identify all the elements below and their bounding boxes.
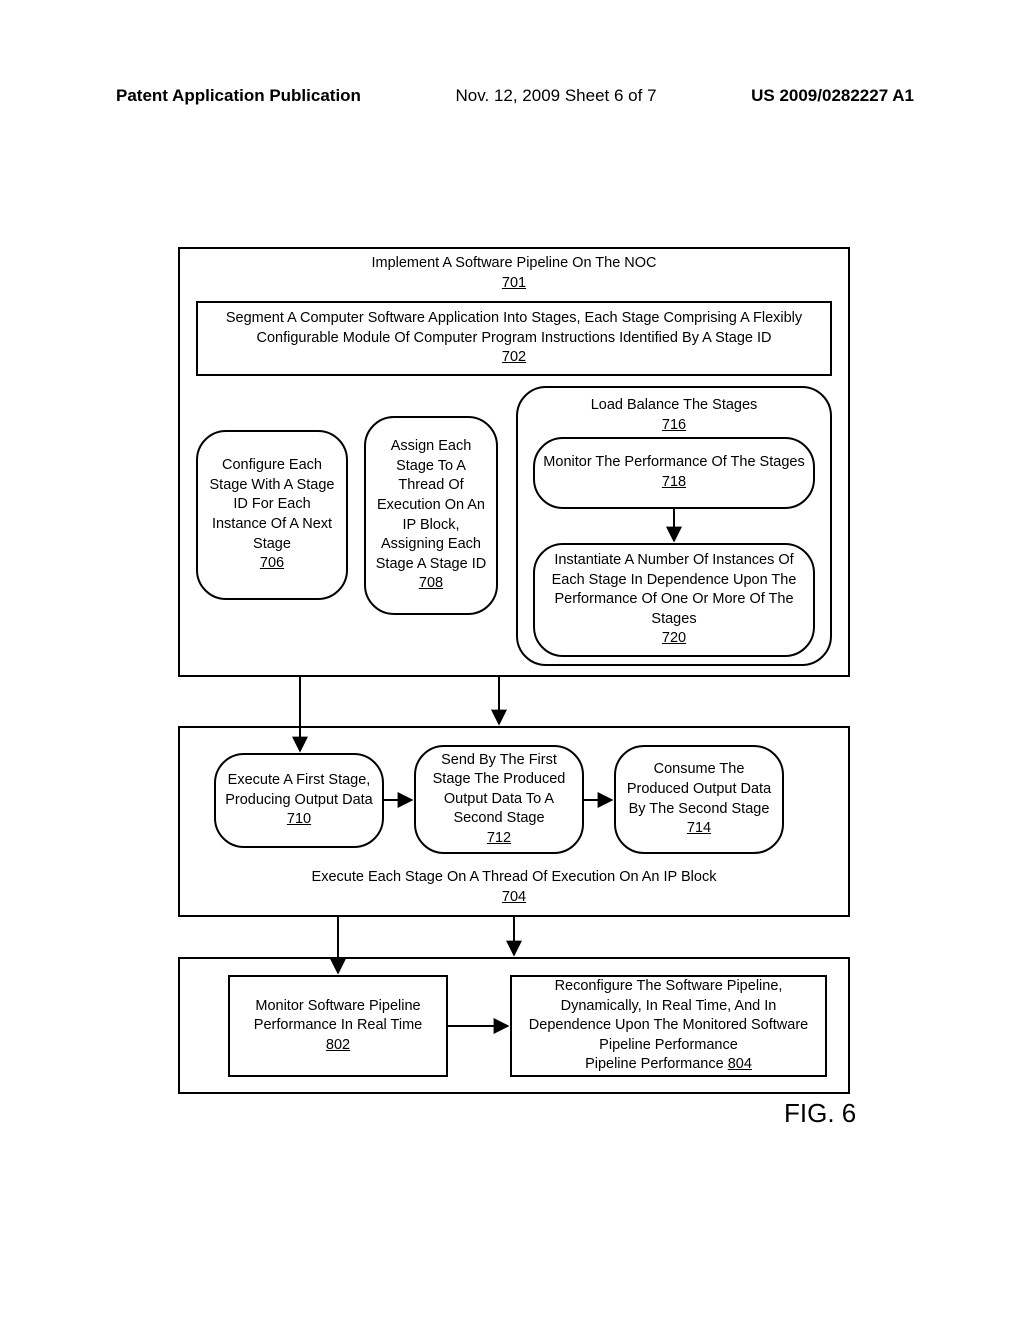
box-701-ref: 701 bbox=[502, 275, 526, 291]
box-802-ref: 802 bbox=[326, 1036, 350, 1056]
box-704-text: Execute Each Stage On A Thread Of Execut… bbox=[312, 869, 717, 885]
box-804: Reconfigure The Software Pipeline, Dynam… bbox=[510, 975, 827, 1077]
box-702-ref: 702 bbox=[502, 348, 526, 368]
box-706-ref: 706 bbox=[260, 554, 284, 574]
box-710-text: Execute A First Stage, Producing Output … bbox=[224, 771, 374, 810]
box-712: Send By The First Stage The Produced Out… bbox=[414, 745, 584, 854]
box-704-label: Execute Each Stage On A Thread Of Execut… bbox=[178, 868, 850, 907]
box-718: Monitor The Performance Of The Stages 71… bbox=[533, 437, 815, 509]
box-710-ref: 710 bbox=[287, 810, 311, 830]
box-708-ref: 708 bbox=[419, 574, 443, 594]
box-720-text: Instantiate A Number Of Instances Of Eac… bbox=[543, 551, 805, 629]
box-714-ref: 714 bbox=[687, 819, 711, 839]
box-802-text: Monitor Software Pipeline Performance In… bbox=[238, 997, 438, 1036]
box-702: Segment A Computer Software Application … bbox=[196, 301, 832, 376]
box-716-ref: 716 bbox=[662, 416, 686, 436]
box-706: Configure Each Stage With A Stage ID For… bbox=[196, 430, 348, 600]
box-710: Execute A First Stage, Producing Output … bbox=[214, 753, 384, 848]
box-706-text: Configure Each Stage With A Stage ID For… bbox=[206, 456, 338, 554]
box-714: Consume The Produced Output Data By The … bbox=[614, 745, 784, 854]
box-804-ref: 804 bbox=[728, 1056, 752, 1072]
box-718-text: Monitor The Performance Of The Stages bbox=[543, 453, 804, 473]
box-708: Assign Each Stage To A Thread Of Executi… bbox=[364, 416, 498, 615]
box-720: Instantiate A Number Of Instances Of Eac… bbox=[533, 543, 815, 657]
box-701-label: Implement A Software Pipeline On The NOC… bbox=[178, 254, 850, 293]
box-712-ref: 712 bbox=[487, 829, 511, 849]
box-704-ref: 704 bbox=[502, 889, 526, 905]
box-714-text: Consume The Produced Output Data By The … bbox=[624, 760, 774, 819]
box-701-text: Implement A Software Pipeline On The NOC bbox=[371, 255, 656, 271]
box-708-text: Assign Each Stage To A Thread Of Executi… bbox=[374, 437, 488, 574]
box-802: Monitor Software Pipeline Performance In… bbox=[228, 975, 448, 1077]
box-712-text: Send By The First Stage The Produced Out… bbox=[424, 751, 574, 829]
figure-label: FIG. 6 bbox=[784, 1098, 856, 1129]
box-718-ref: 718 bbox=[662, 473, 686, 493]
diagram-canvas: Implement A Software Pipeline On The NOC… bbox=[0, 0, 1024, 1320]
box-804-text: Reconfigure The Software Pipeline, Dynam… bbox=[520, 977, 817, 1055]
box-720-ref: 720 bbox=[662, 629, 686, 649]
box-716-text: Load Balance The Stages bbox=[591, 396, 758, 416]
box-702-text: Segment A Computer Software Application … bbox=[206, 309, 822, 348]
